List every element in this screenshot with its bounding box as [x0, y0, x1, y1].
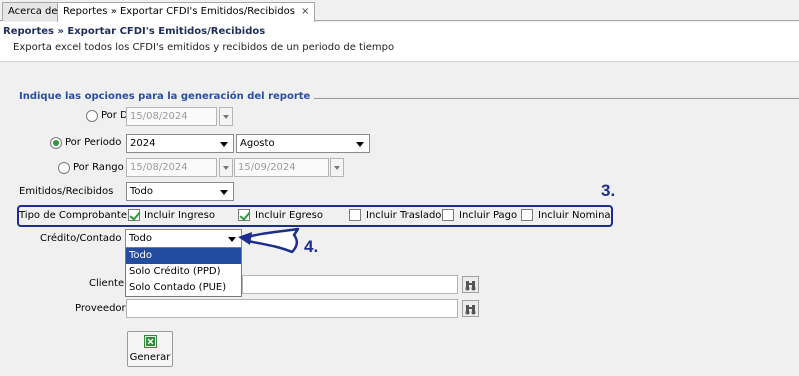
binoculars-icon [465, 305, 476, 315]
por-rango-radio[interactable] [58, 162, 70, 174]
close-icon[interactable]: × [301, 6, 309, 17]
generar-label: Generar [129, 352, 171, 363]
dropdown-option-pue[interactable]: Solo Contado (PUE) [126, 280, 241, 296]
cliente-input[interactable] [242, 275, 458, 294]
credito-contado-select[interactable]: Todo [125, 229, 242, 248]
section-divider [280, 98, 799, 99]
rango-to-calendar-dropdown[interactable] [330, 158, 344, 177]
rango-from-field[interactable]: 15/08/2024 [126, 158, 217, 177]
proveedor-label: Proveedor [75, 303, 126, 314]
excel-icon [144, 335, 157, 348]
chevron-down-icon [220, 142, 228, 147]
tipo-comprobante-label: Tipo de Comprobante [19, 210, 127, 221]
chevron-down-icon [220, 190, 228, 195]
por-dia-radio[interactable] [86, 110, 98, 122]
chevron-down-icon [356, 142, 364, 147]
tab-bar: Acerca de Reportes » Exportar CFDI's Emi… [0, 0, 799, 22]
por-dia-calendar-dropdown[interactable] [219, 107, 233, 126]
month-select[interactable]: Agosto [236, 134, 370, 153]
tab-label: Acerca de [8, 6, 58, 17]
por-periodo-label: Por Periodo [65, 137, 122, 148]
rango-to-field[interactable]: 15/09/2024 [234, 158, 329, 177]
binoculars-icon [465, 281, 476, 291]
proveedor-search-button[interactable] [462, 300, 479, 317]
generar-button[interactable]: Generar [127, 331, 173, 367]
tab-exportar-cfdi[interactable]: Reportes » Exportar CFDI's Emitidos/Reci… [57, 2, 316, 22]
incluir-ingreso-checkbox[interactable] [128, 209, 140, 221]
incluir-egreso-label: Incluir Egreso [255, 210, 324, 221]
credito-contado-value: Todo [129, 233, 152, 244]
por-dia-date-field[interactable]: 15/08/2024 [126, 107, 217, 126]
credito-contado-dropdown-list: Todo Solo Crédito (PPD) Solo Contado (PU… [125, 247, 242, 297]
annotation-step4: 4. [304, 237, 319, 256]
por-rango-label: Por Rango [73, 162, 124, 173]
page-title: Reportes » Exportar CFDI's Emitidos/Reci… [3, 26, 266, 37]
incluir-egreso-checkbox[interactable] [238, 209, 250, 221]
credito-contado-label: Crédito/Contado [40, 233, 122, 244]
emitidos-recibidos-value: Todo [130, 186, 153, 197]
year-value: 2024 [130, 138, 156, 149]
cliente-search-button[interactable] [462, 276, 479, 293]
incluir-traslado-checkbox[interactable] [349, 209, 361, 221]
section-title: Indique las opciones para la generación … [19, 91, 315, 102]
page-subtitle: Exporta excel todos los CFDI's emitidos … [13, 42, 395, 53]
month-value: Agosto [240, 138, 275, 149]
emitidos-recibidos-select[interactable]: Todo [126, 182, 234, 201]
page-header: Reportes » Exportar CFDI's Emitidos/Reci… [0, 22, 799, 62]
incluir-pago-label: Incluir Pago [459, 210, 518, 221]
tab-label: Reportes » Exportar CFDI's Emitidos/Reci… [63, 6, 295, 17]
cliente-label: Cliente [89, 278, 125, 289]
rango-from-calendar-dropdown[interactable] [219, 158, 233, 177]
year-select[interactable]: 2024 [126, 134, 234, 153]
incluir-nomina-label: Incluir Nomina [538, 210, 611, 221]
dropdown-option-todo[interactable]: Todo [126, 248, 241, 264]
emitidos-recibidos-label: Emitidos/Recibidos [19, 186, 114, 197]
annotation-arrow-icon [238, 227, 300, 254]
proveedor-input[interactable] [126, 299, 458, 318]
incluir-pago-checkbox[interactable] [442, 209, 454, 221]
dropdown-option-ppd[interactable]: Solo Crédito (PPD) [126, 264, 241, 280]
incluir-ingreso-label: Incluir Ingreso [144, 210, 215, 221]
annotation-step3: 3. [601, 181, 616, 200]
por-periodo-radio[interactable] [50, 137, 62, 149]
incluir-traslado-label: Incluir Traslado [366, 210, 442, 221]
incluir-nomina-checkbox[interactable] [521, 209, 533, 221]
tab-acerca-de[interactable]: Acerca de [2, 2, 64, 21]
